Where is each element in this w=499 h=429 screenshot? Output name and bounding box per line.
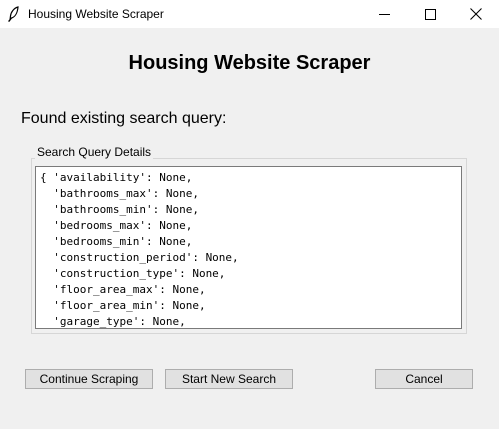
maximize-icon [424, 8, 436, 20]
query-line: 'floor_area_min': None, [53, 299, 206, 312]
feather-icon [7, 6, 21, 23]
maximize-button[interactable] [407, 0, 453, 28]
query-line: 'floor_area_max': None, [53, 283, 206, 296]
cancel-button[interactable]: Cancel [375, 369, 473, 389]
query-line: 'garage_type': None, [40, 315, 186, 328]
start-new-search-button[interactable]: Start New Search [165, 369, 293, 389]
query-line: 'bedrooms_min': None, [53, 235, 193, 248]
page-title: Housing Website Scraper [128, 52, 371, 74]
minimize-button[interactable] [361, 0, 407, 28]
status-message: Found existing search query: [21, 110, 227, 127]
minimize-icon [378, 9, 390, 20]
query-line: 'construction_period': None, [53, 251, 239, 264]
query-line: 'bedrooms_max': None, [53, 219, 193, 232]
query-line: 'bathrooms_max': None, [53, 187, 199, 200]
search-query-text[interactable]: { 'availability': None, 'bathrooms_max':… [35, 166, 462, 329]
query-line: 'bathrooms_min': None, [53, 203, 199, 216]
query-line: 'construction_type': None, [53, 267, 226, 280]
query-line: { 'availability': None, [40, 171, 193, 184]
close-button[interactable] [453, 0, 499, 28]
window-title: Housing Website Scraper [28, 7, 164, 21]
title-bar[interactable]: Housing Website Scraper [0, 0, 499, 28]
continue-scraping-button[interactable]: Continue Scraping [25, 369, 153, 389]
search-query-group-label: Search Query Details [35, 145, 154, 159]
close-icon [470, 8, 482, 20]
